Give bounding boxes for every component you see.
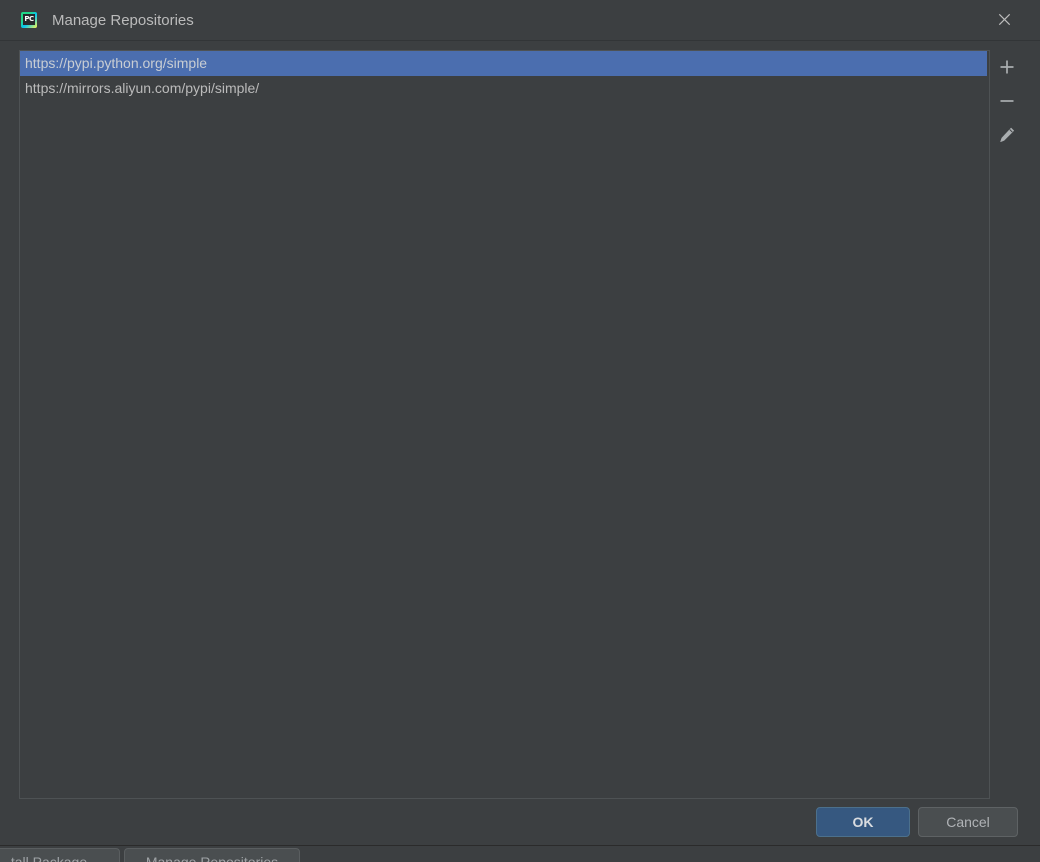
minus-icon (1000, 100, 1013, 102)
close-icon (998, 13, 1011, 26)
pycharm-icon-glyph: PC (23, 14, 35, 25)
page-title: Manage Repositories (52, 12, 194, 29)
ok-button[interactable]: OK (816, 807, 910, 837)
background-bottom-bar: tall Package Manage Repositories (0, 848, 1040, 862)
plus-icon (1000, 60, 1013, 74)
cancel-button[interactable]: Cancel (918, 807, 1018, 837)
repository-list[interactable]: https://pypi.python.org/simple https://m… (20, 51, 987, 101)
list-item[interactable]: https://pypi.python.org/simple (20, 51, 987, 76)
edit-repository-button[interactable] (990, 118, 1023, 152)
repository-list-panel[interactable]: https://pypi.python.org/simple https://m… (19, 50, 990, 799)
background-manage-repositories-button[interactable]: Manage Repositories (124, 848, 300, 862)
remove-repository-button[interactable] (990, 84, 1023, 118)
add-repository-button[interactable] (990, 50, 1023, 84)
background-install-package-button[interactable]: tall Package (0, 848, 120, 862)
dialog-title-bar: PC Manage Repositories (0, 0, 1040, 41)
repository-toolbar (990, 50, 1023, 797)
pencil-icon (999, 127, 1014, 142)
dialog-button-bar: OK Cancel (0, 797, 1040, 845)
list-item[interactable]: https://mirrors.aliyun.com/pypi/simple/ (20, 76, 987, 101)
close-button[interactable] (984, 0, 1028, 40)
pycharm-app-icon: PC (21, 12, 37, 28)
manage-repositories-dialog: PC Manage Repositories https://pypi.pyth… (0, 0, 1040, 845)
